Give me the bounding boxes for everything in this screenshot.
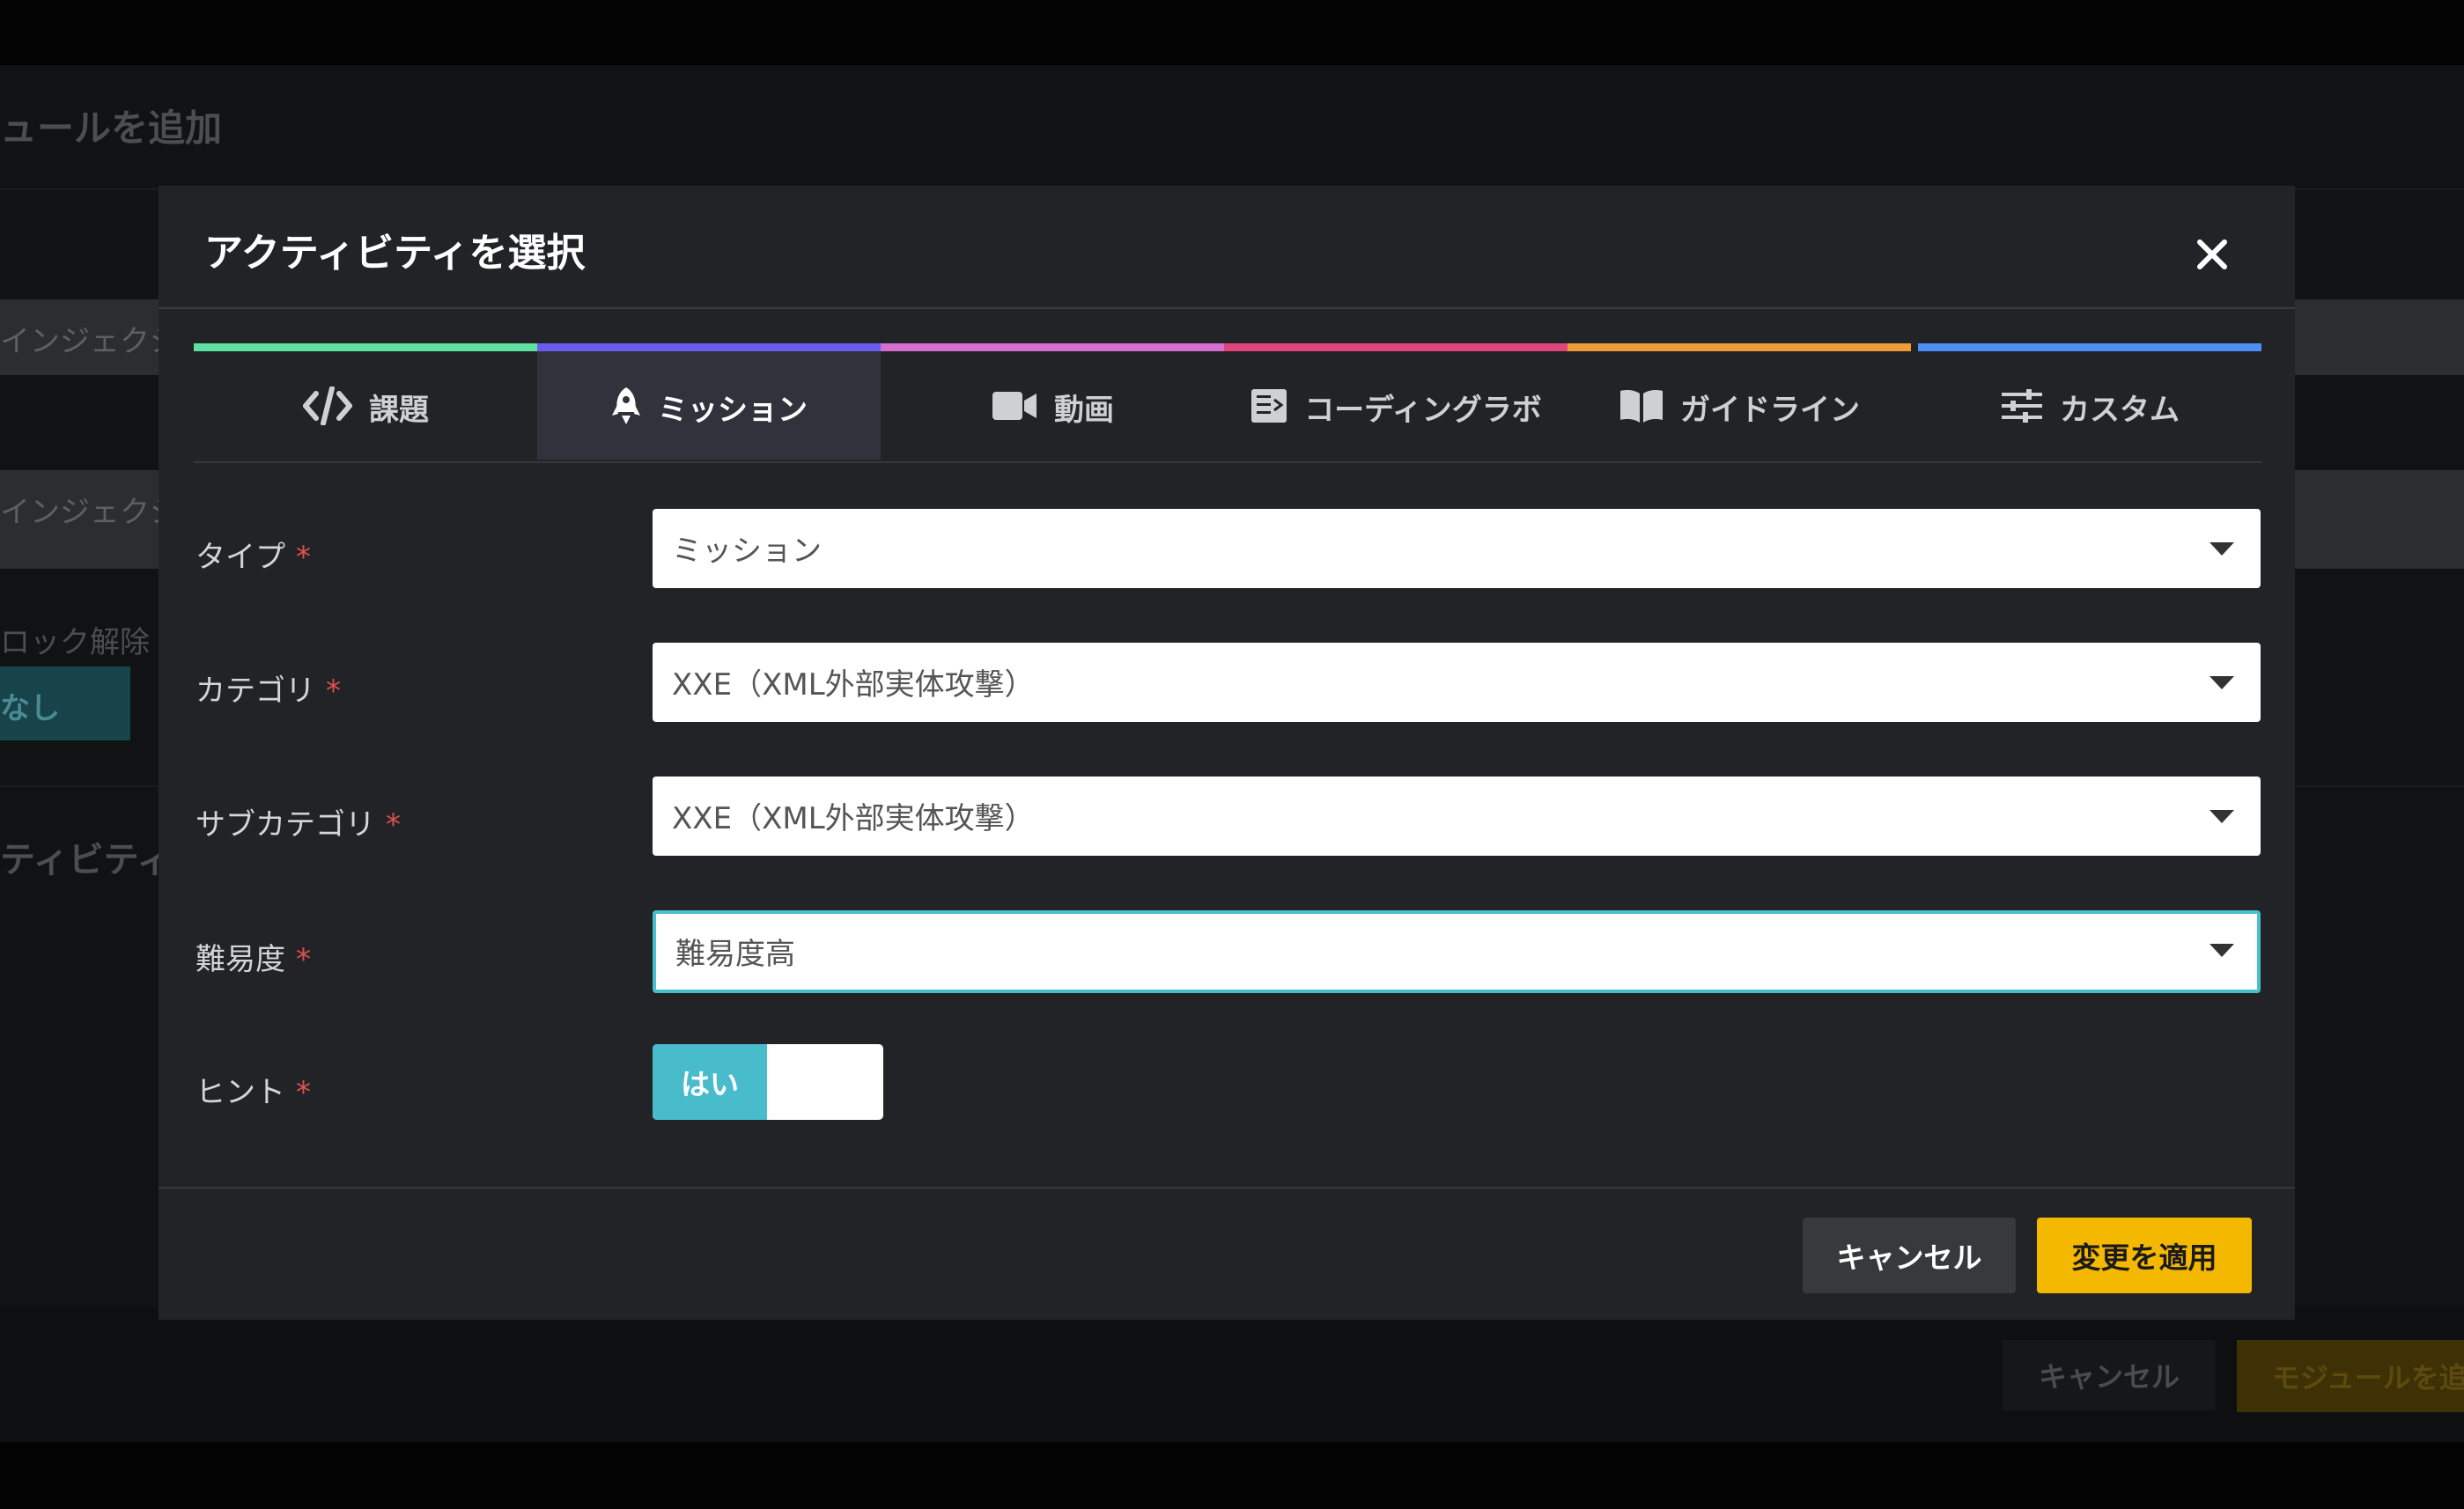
tab-label: コーディングラボ	[1304, 392, 1542, 428]
background-section-label: ティビティ	[0, 840, 173, 880]
category-label: カテゴリ *	[195, 666, 341, 710]
chevron-down-icon	[2209, 676, 2234, 689]
background-module-row-text: インジェクシ	[0, 495, 180, 530]
tab-label: カスタム	[2060, 392, 2180, 428]
subcategory-label-text: サブカテゴリ	[195, 807, 375, 843]
category-select[interactable]: XXE（XML外部実体攻撃）	[653, 643, 2261, 722]
background-cancel-button: キャンセル	[2003, 1340, 2216, 1410]
tab-coding-lab[interactable]: コーディングラボ	[1224, 343, 1568, 460]
hint-label-text: ヒント	[195, 1075, 285, 1110]
activity-type-tabs: 課題 ミッション 動画 コーディングラボ ガイドライン カスタム	[194, 343, 2261, 463]
background-page-title: ュールを追加	[0, 107, 223, 150]
tab-color-bar	[1918, 343, 2261, 351]
type-label: タイプ *	[195, 533, 311, 576]
subcategory-select[interactable]: XXE（XML外部実体攻撃）	[653, 777, 2261, 856]
chevron-down-icon	[2209, 810, 2234, 823]
tab-mission[interactable]: ミッション	[537, 343, 881, 460]
tab-label: ガイドライン	[1680, 392, 1860, 428]
difficulty-select-value: 難易度高	[675, 937, 795, 972]
tab-custom[interactable]: カスタム	[1918, 343, 2261, 460]
background-unlock-label: ロック解除	[0, 625, 150, 660]
terminal-icon	[1250, 387, 1288, 424]
required-mark: *	[296, 942, 311, 977]
tab-color-bar	[194, 343, 537, 351]
code-icon	[302, 386, 353, 425]
apply-changes-button[interactable]: 変更を適用	[2037, 1218, 2252, 1293]
tab-color-bar	[537, 343, 881, 351]
difficulty-label: 難易度 *	[195, 935, 311, 978]
required-mark: *	[296, 540, 311, 575]
hint-toggle[interactable]: はい	[653, 1044, 883, 1120]
subcategory-label: サブカテゴリ *	[195, 800, 401, 843]
category-label-text: カテゴリ	[195, 674, 315, 709]
rocket-icon	[610, 386, 642, 426]
tab-guidelines[interactable]: ガイドライン	[1568, 343, 1911, 460]
tab-label: 課題	[369, 392, 429, 428]
tab-label: ミッション	[658, 392, 808, 428]
tab-video[interactable]: 動画	[881, 343, 1224, 460]
chevron-down-icon	[2209, 542, 2234, 556]
required-mark: *	[326, 674, 341, 709]
close-button[interactable]	[2184, 226, 2240, 283]
background-unlock-value-text: なし	[0, 691, 60, 726]
subcategory-select-value: XXE（XML外部実体攻撃）	[672, 801, 1035, 836]
dialog-header: アクティビティを選択	[159, 186, 2295, 309]
type-label-text: タイプ	[195, 540, 285, 575]
tab-color-bar	[1568, 343, 1911, 351]
hint-toggle-on-label: はい	[653, 1044, 767, 1120]
type-select-value: ミッション	[672, 534, 822, 569]
required-mark: *	[296, 1075, 311, 1110]
chevron-down-icon	[2209, 944, 2234, 957]
tab-label: 動画	[1054, 392, 1114, 428]
select-activity-dialog: アクティビティを選択 課題 ミッション 動画 コーディングラボ ガイドライン カ…	[159, 186, 2295, 1320]
background-bottom-bar	[0, 1442, 2464, 1509]
dialog-footer-divider	[159, 1187, 2295, 1189]
sliders-icon	[2000, 388, 2044, 423]
close-icon	[2197, 239, 2227, 269]
difficulty-select[interactable]: 難易度高	[653, 910, 2261, 993]
tab-color-bar	[1224, 343, 1568, 351]
background-unlock-value: なし	[0, 666, 130, 740]
background-module-row-text: インジェクシ	[0, 324, 180, 359]
cancel-button[interactable]: キャンセル	[1803, 1218, 2016, 1293]
type-select[interactable]: ミッション	[653, 509, 2261, 588]
dialog-title: アクティビティを選択	[204, 231, 586, 276]
required-mark: *	[386, 807, 401, 843]
tab-challenge[interactable]: 課題	[194, 343, 537, 460]
book-icon	[1619, 387, 1664, 424]
hint-label: ヒント *	[195, 1068, 311, 1111]
category-select-value: XXE（XML外部実体攻撃）	[672, 667, 1035, 703]
difficulty-label-text: 難易度	[195, 942, 285, 977]
tab-color-bar	[881, 343, 1224, 351]
video-camera-icon	[991, 390, 1038, 422]
background-top-bar	[0, 0, 2464, 65]
background-add-module-button: モジュールを追	[2237, 1340, 2464, 1412]
